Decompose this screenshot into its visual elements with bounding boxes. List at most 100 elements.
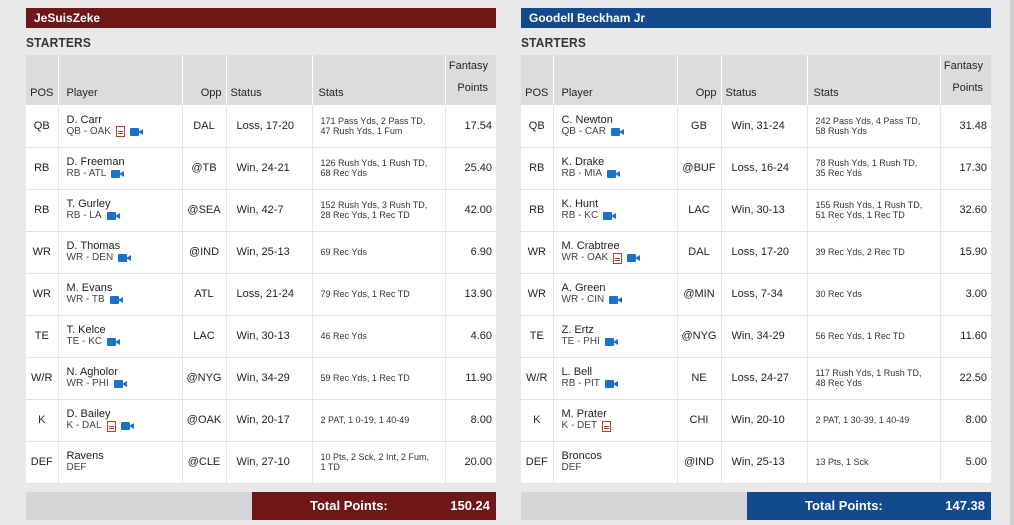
opp-header[interactable]: Opp [677, 55, 722, 105]
game-status-link[interactable]: Win, 24-21 [226, 147, 313, 189]
player-name-link[interactable]: K. Hunt [562, 198, 677, 210]
opponent-cell: @OAK [182, 399, 227, 441]
player-name-link[interactable]: N. Agholor [67, 366, 182, 378]
status-header[interactable]: Status [721, 55, 808, 105]
points-link[interactable]: 3.00 [940, 273, 991, 315]
points-link[interactable]: 17.54 [445, 105, 496, 147]
video-camera-icon[interactable] [627, 254, 641, 262]
player-name-link[interactable]: A. Green [562, 282, 677, 294]
game-status-link[interactable]: Loss, 24-27 [721, 357, 808, 399]
player-team: RB - LA [67, 210, 182, 222]
status-header[interactable]: Status [226, 55, 313, 105]
points-link[interactable]: 8.00 [445, 399, 496, 441]
game-status-link[interactable]: Win, 20-17 [226, 399, 313, 441]
stats-header[interactable]: Stats [312, 55, 446, 105]
points-link[interactable]: 22.50 [940, 357, 991, 399]
news-document-icon[interactable] [602, 420, 612, 432]
points-link[interactable]: 11.60 [940, 315, 991, 357]
video-camera-icon[interactable] [603, 212, 617, 220]
roster-row: TE T. Kelce TE - KC LAC Win, 30-13 46 Rec Yds… [26, 315, 496, 357]
video-camera-icon[interactable] [604, 338, 618, 346]
opponent-cell: DAL [677, 231, 722, 273]
points-link[interactable]: 25.40 [445, 147, 496, 189]
game-status-link[interactable]: Win, 34-29 [226, 357, 313, 399]
video-camera-icon[interactable] [111, 170, 125, 178]
stats-line: 117 Rush Yds, 1 Rush TD, [815, 368, 922, 378]
player-team: RB - PIT [562, 378, 677, 390]
player-name-link[interactable]: L. Bell [562, 366, 677, 378]
player-name-link[interactable]: D. Carr [67, 114, 182, 126]
video-camera-icon[interactable] [107, 338, 121, 346]
video-camera-icon[interactable] [607, 170, 621, 178]
player-header[interactable]: Player [58, 55, 183, 105]
video-camera-icon[interactable] [129, 127, 143, 136]
news-document-icon[interactable] [106, 420, 116, 432]
player-name-link[interactable]: K. Drake [562, 156, 677, 168]
game-status-link[interactable]: Win, 25-13 [721, 441, 808, 483]
game-status-link[interactable]: Win, 30-13 [721, 189, 808, 231]
game-status-link[interactable]: Win, 25-13 [226, 231, 313, 273]
video-camera-icon[interactable] [113, 380, 127, 388]
player-name-link[interactable]: C. Newton [562, 114, 677, 126]
player-name-link[interactable]: T. Gurley [67, 198, 182, 210]
video-camera-icon[interactable] [610, 127, 624, 136]
game-status-link[interactable]: Win, 20-10 [721, 399, 808, 441]
player-name-link[interactable]: D. Bailey [67, 408, 182, 420]
points-link[interactable]: 8.00 [940, 399, 991, 441]
player-name-link[interactable]: D. Freeman [67, 156, 182, 168]
game-status-link[interactable]: Win, 31-24 [721, 105, 808, 147]
player-name-link[interactable]: M. Crabtree [562, 240, 677, 252]
fantasy-points-header[interactable]: Fantasy Points [940, 55, 991, 105]
player-name-link[interactable]: Ravens [67, 450, 182, 462]
video-camera-icon[interactable] [106, 212, 120, 220]
player-position-team: DEF [561, 462, 582, 473]
team-header[interactable]: Goodell Beckham Jr [521, 8, 991, 28]
team-header[interactable]: JeSuisZeke [26, 8, 496, 28]
player-name-link[interactable]: T. Kelce [67, 324, 182, 336]
video-camera-icon[interactable] [609, 296, 623, 304]
points-link[interactable]: 20.00 [445, 441, 496, 483]
video-camera-icon[interactable] [109, 296, 123, 304]
game-status-link[interactable]: Loss, 7-34 [721, 273, 808, 315]
fantasy-points-header[interactable]: Fantasy Points [445, 55, 496, 105]
opp-header[interactable]: Opp [182, 55, 227, 105]
opponent-cell: @CLE [182, 441, 227, 483]
points-link[interactable]: 4.60 [445, 315, 496, 357]
points-link[interactable]: 15.90 [940, 231, 991, 273]
player-name-link[interactable]: M. Evans [67, 282, 182, 294]
points-link[interactable]: 32.60 [940, 189, 991, 231]
position-cell: WR [26, 231, 59, 273]
points-link[interactable]: 17.30 [940, 147, 991, 189]
player-header[interactable]: Player [553, 55, 678, 105]
player-team: RB - ATL [67, 168, 182, 180]
player-team: K - DET [562, 420, 677, 432]
news-document-icon[interactable] [115, 126, 125, 138]
total-points-label: Total Points: [310, 498, 388, 513]
news-document-icon[interactable] [613, 252, 623, 264]
game-status-link[interactable]: Win, 34-29 [721, 315, 808, 357]
points-link[interactable]: 6.90 [445, 231, 496, 273]
points-link[interactable]: 31.48 [940, 105, 991, 147]
game-status-link[interactable]: Win, 27-10 [226, 441, 313, 483]
player-name-link[interactable]: Z. Ertz [562, 324, 677, 336]
roster-row: WR M. Crabtree WR - OAK DAL Loss, 17-20 39 Re… [521, 231, 991, 273]
video-camera-icon[interactable] [118, 254, 132, 262]
opponent-cell: @BUF [677, 147, 722, 189]
game-status-link[interactable]: Win, 42-7 [226, 189, 313, 231]
points-link[interactable]: 11.90 [445, 357, 496, 399]
player-position-team: WR - PHI [66, 378, 109, 389]
game-status-link[interactable]: Win, 30-13 [226, 315, 313, 357]
stats-header[interactable]: Stats [807, 55, 941, 105]
player-name-link[interactable]: Broncos [562, 450, 677, 462]
points-link[interactable]: 5.00 [940, 441, 991, 483]
points-link[interactable]: 13.90 [445, 273, 496, 315]
points-link[interactable]: 42.00 [445, 189, 496, 231]
player-name-link[interactable]: M. Prater [562, 408, 677, 420]
player-name-link[interactable]: D. Thomas [67, 240, 182, 252]
video-camera-icon[interactable] [120, 422, 134, 430]
game-status-link[interactable]: Loss, 17-20 [226, 105, 313, 147]
video-camera-icon[interactable] [604, 380, 618, 388]
game-status-link[interactable]: Loss, 17-20 [721, 231, 808, 273]
game-status-link[interactable]: Loss, 16-24 [721, 147, 808, 189]
game-status-link[interactable]: Loss, 21-24 [226, 273, 313, 315]
